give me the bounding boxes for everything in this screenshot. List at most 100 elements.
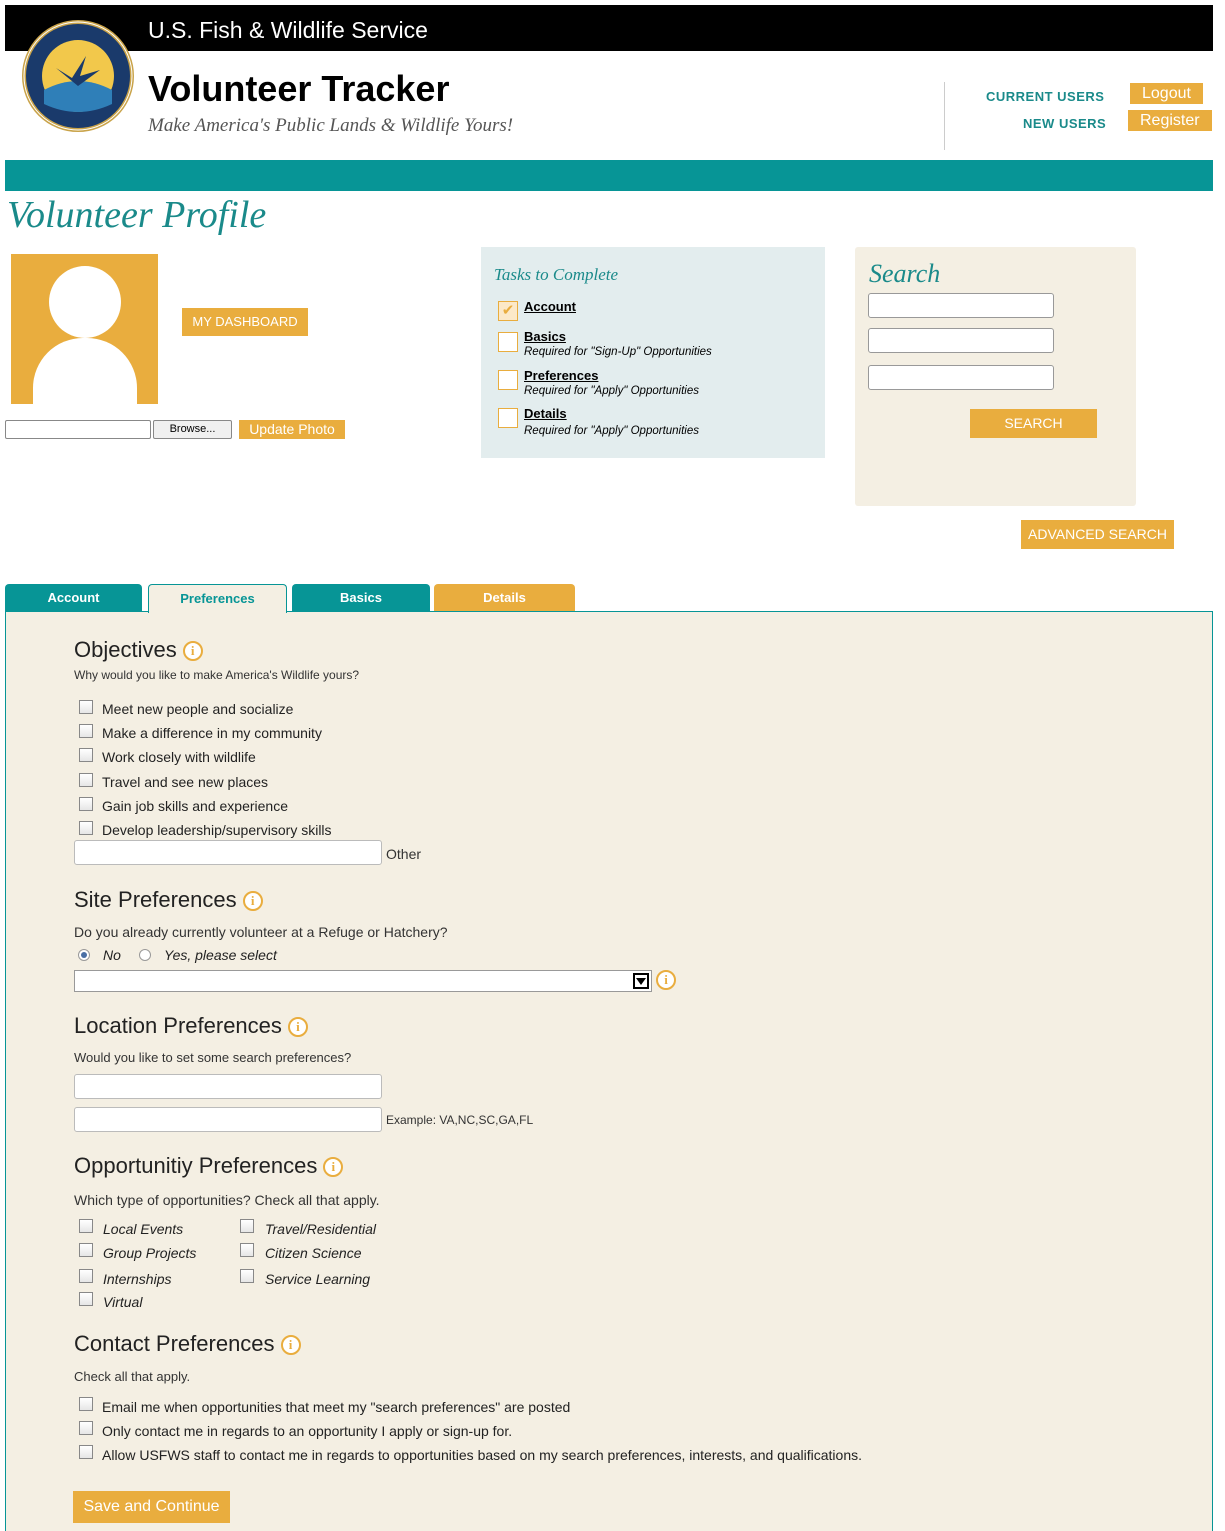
task-preferences-link[interactable]: Preferences — [524, 368, 598, 383]
register-button[interactable]: Register — [1128, 110, 1212, 131]
contact-checkbox[interactable] — [79, 1421, 93, 1435]
contact-preferences-heading: Contact Preferences i — [74, 1331, 301, 1357]
objectives-heading: Objectives i — [74, 637, 203, 663]
site-preferences-heading: Site Preferences i — [74, 887, 263, 913]
opportunity-preferences-heading-text: Opportunitiy Preferences — [74, 1153, 318, 1178]
search-title: Search — [869, 259, 941, 288]
info-icon[interactable]: i — [242, 891, 263, 911]
search-input-1[interactable] — [868, 293, 1054, 318]
site-preferences-heading-text: Site Preferences — [74, 887, 237, 912]
contact-checkbox[interactable] — [79, 1397, 93, 1411]
location-example-hint: Example: VA,NC,SC,GA,FL — [386, 1113, 534, 1127]
opportunity-checkbox[interactable] — [79, 1269, 93, 1283]
contact-preferences-heading-text: Contact Preferences — [74, 1331, 275, 1356]
location-question: Would you like to set some search prefer… — [74, 1050, 352, 1065]
current-users-label: CURRENT USERS — [986, 89, 1105, 104]
opportunity-label: Travel/Residential — [265, 1221, 377, 1237]
objective-checkbox[interactable] — [79, 748, 93, 762]
tab-account[interactable]: Account — [5, 584, 142, 612]
app-tagline: Make America's Public Lands & Wildlife Y… — [148, 115, 514, 136]
save-and-continue-button[interactable]: Save and Continue — [73, 1491, 230, 1523]
app-title: Volunteer Tracker — [148, 68, 450, 109]
location-preferences-heading: Location Preferences i — [74, 1013, 308, 1039]
opportunity-checkbox[interactable] — [240, 1243, 254, 1257]
opportunity-checkbox[interactable] — [79, 1292, 93, 1306]
task-details-note: Required for "Apply" Opportunities — [524, 425, 700, 437]
dropdown-arrow-icon[interactable] — [633, 973, 649, 989]
objective-label: Develop leadership/supervisory skills — [102, 822, 332, 838]
agency-name: U.S. Fish & Wildlife Service — [148, 17, 428, 43]
contact-question: Check all that apply. — [74, 1369, 191, 1384]
objective-checkbox[interactable] — [79, 700, 93, 714]
objective-label: Travel and see new places — [102, 774, 269, 790]
objectives-question: Why would you like to make America's Wil… — [74, 668, 360, 682]
task-preferences-checkbox — [498, 370, 518, 390]
tab-preferences[interactable]: Preferences — [148, 584, 287, 613]
avatar-placeholder — [11, 254, 158, 404]
update-photo-button[interactable]: Update Photo — [239, 420, 345, 439]
objective-label: Make a difference in my community — [102, 725, 322, 741]
my-dashboard-button[interactable]: MY DASHBOARD — [182, 308, 308, 336]
location-input-1[interactable] — [74, 1074, 382, 1099]
task-basics-note: Required for "Sign-Up" Opportunities — [524, 346, 712, 358]
objective-label: Gain job skills and experience — [102, 798, 288, 814]
info-icon[interactable]: i — [323, 1157, 344, 1177]
objective-other-input[interactable] — [74, 840, 382, 865]
info-icon[interactable]: i — [280, 1335, 301, 1355]
opportunity-checkbox[interactable] — [240, 1269, 254, 1283]
search-input-2[interactable] — [868, 328, 1054, 353]
info-icon[interactable]: i — [656, 970, 676, 990]
opportunity-label: Virtual — [103, 1294, 143, 1310]
header-divider — [944, 82, 945, 150]
contact-checkbox[interactable] — [79, 1445, 93, 1459]
task-account-link[interactable]: Account — [524, 299, 576, 314]
opportunity-checkbox[interactable] — [79, 1219, 93, 1233]
site-yes-radio[interactable] — [139, 949, 151, 961]
objective-label: Meet new people and socialize — [102, 701, 294, 717]
site-select[interactable] — [74, 970, 652, 992]
site-no-label: No — [103, 947, 121, 963]
contact-label: Email me when opportunities that meet my… — [102, 1399, 571, 1415]
site-yes-label: Yes, please select — [164, 947, 277, 963]
photo-file-input[interactable] — [5, 420, 151, 439]
objectives-heading-text: Objectives — [74, 637, 177, 662]
agency-bar: U.S. Fish & Wildlife Service — [5, 5, 1213, 51]
site-no-radio[interactable] — [78, 949, 90, 961]
objective-checkbox[interactable] — [79, 797, 93, 811]
location-input-2[interactable] — [74, 1107, 382, 1132]
objective-label: Work closely with wildlife — [102, 749, 256, 765]
opportunity-label: Local Events — [103, 1221, 184, 1237]
objective-other-label: Other — [386, 846, 422, 862]
objective-checkbox[interactable] — [79, 821, 93, 835]
opportunity-label: Internships — [103, 1271, 172, 1287]
info-icon[interactable]: i — [287, 1017, 308, 1037]
search-input-3[interactable] — [868, 365, 1054, 390]
task-basics-link[interactable]: Basics — [524, 329, 566, 344]
nav-bar — [5, 160, 1213, 191]
page-title: Volunteer Profile — [7, 194, 267, 236]
contact-label: Only contact me in regards to an opportu… — [102, 1423, 513, 1439]
opportunity-label: Group Projects — [103, 1245, 197, 1261]
task-preferences-note: Required for "Apply" Opportunities — [524, 385, 700, 397]
opportunity-checkbox[interactable] — [79, 1243, 93, 1257]
objective-checkbox[interactable] — [79, 724, 93, 738]
opportunity-label: Citizen Science — [265, 1245, 362, 1261]
info-icon[interactable]: i — [182, 641, 203, 661]
fws-logo-icon — [22, 20, 134, 132]
site-question: Do you already currently volunteer at a … — [74, 924, 448, 940]
browse-button[interactable]: Browse... — [153, 420, 232, 439]
task-basics-checkbox — [498, 332, 518, 352]
new-users-label: NEW USERS — [1023, 116, 1107, 131]
tab-basics[interactable]: Basics — [292, 584, 430, 612]
task-details-link[interactable]: Details — [524, 406, 567, 421]
advanced-search-button[interactable]: ADVANCED SEARCH — [1021, 520, 1174, 549]
task-details-checkbox — [498, 408, 518, 428]
task-account-checkbox: ✔ — [498, 301, 518, 321]
opportunity-preferences-heading: Opportunitiy Preferences i — [74, 1153, 344, 1179]
search-button[interactable]: SEARCH — [970, 409, 1097, 438]
tab-details[interactable]: Details — [434, 584, 575, 612]
search-panel: Search SEARCH — [855, 247, 1136, 506]
opportunity-checkbox[interactable] — [240, 1219, 254, 1233]
logout-button[interactable]: Logout — [1130, 83, 1203, 104]
objective-checkbox[interactable] — [79, 773, 93, 787]
